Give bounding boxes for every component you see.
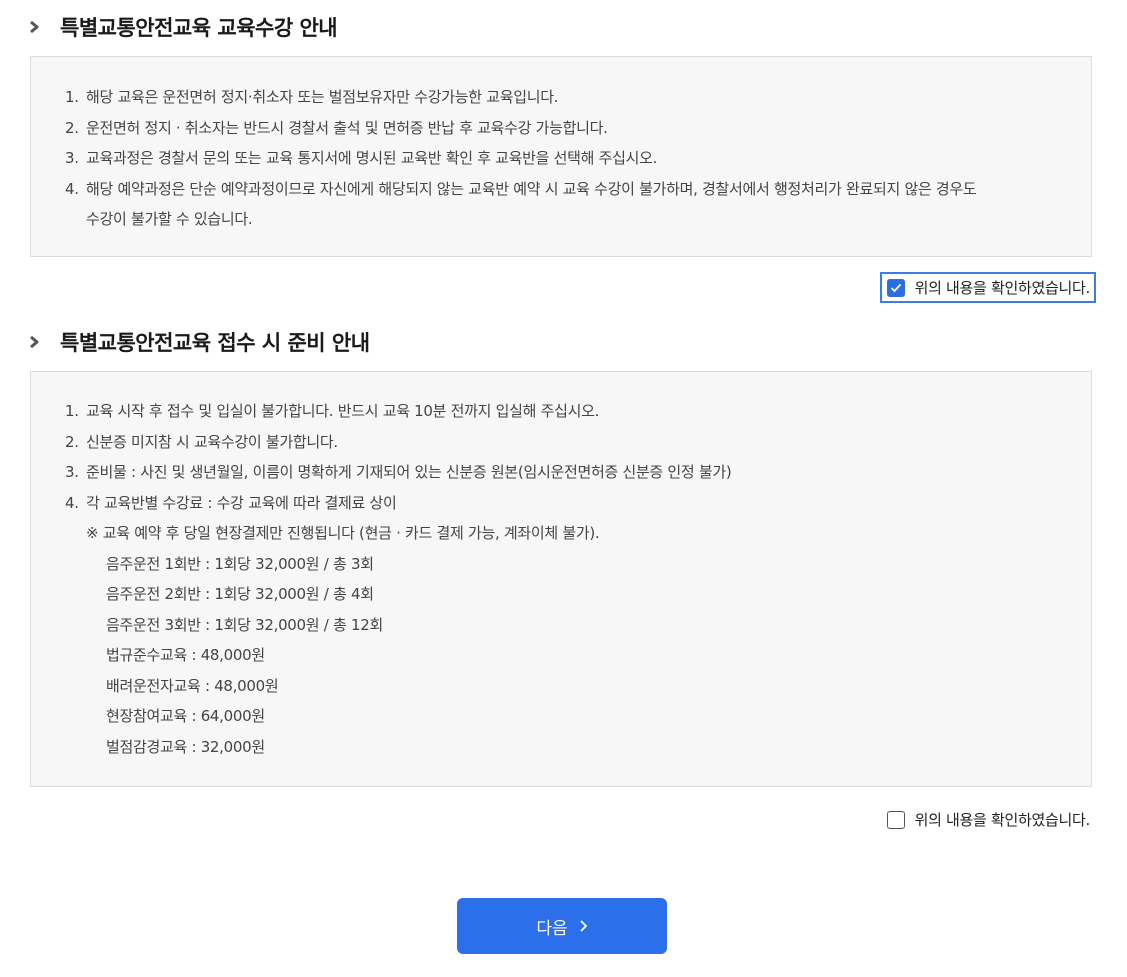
course-info-list: 1. 해당 교육은 운전면허 정지·취소자 또는 벌점보유자만 수강가능한 교육입… — [65, 82, 1091, 235]
preparation-list: 1. 교육 시작 후 접수 및 입실이 불가합니다. 반드시 교육 10분 전까지… — [65, 396, 1091, 762]
next-button-label: 다음 — [536, 918, 568, 939]
list-item: 3. 교육과정은 경찰서 문의 또는 교육 통지서에 명시된 교육반 확인 후 교… — [65, 149, 658, 167]
fee-item: 음주운전 2회반 : 1회당 32,000원 / 총 4회 — [106, 585, 374, 603]
checkbox-box[interactable] — [886, 278, 905, 297]
fee-item: 배려운전자교육 : 48,000원 — [106, 676, 279, 695]
list-item-continuation: 수강이 불가할 수 있습니다. — [86, 210, 253, 228]
chevron-right-icon — [580, 920, 587, 932]
confirm-checkbox-2[interactable]: 위의 내용을 확인하였습니다. — [882, 806, 1094, 833]
next-button[interactable]: 다음 — [457, 898, 667, 954]
confirm-checkbox-1[interactable]: 위의 내용을 확인하였습니다. — [879, 272, 1097, 303]
fee-item: 법규준수교육 : 48,000원 — [106, 646, 265, 664]
preparation-box: 1. 교육 시작 후 접수 및 입실이 불가합니다. 반드시 교육 10분 전까지… — [30, 371, 1092, 787]
fee-item: 벌점감경교육 : 32,000원 — [106, 737, 265, 756]
checkbox-box[interactable] — [886, 810, 905, 829]
list-item: 2. 운전면허 정지 · 취소자는 반드시 경찰서 출석 및 면허증 반납 후 교… — [65, 118, 608, 137]
list-item: 2. 신분증 미지참 시 교육수강이 불가합니다. — [65, 432, 338, 451]
fee-item: 음주운전 3회반 : 1회당 32,000원 / 총 12회 — [106, 615, 383, 634]
list-item: 3. 준비물 : 사진 및 생년월일, 이름이 명확하게 기재되어 있는 신분증 … — [65, 463, 732, 481]
checkbox-label: 위의 내용을 확인하였습니다. — [914, 811, 1091, 829]
fee-item: 음주운전 1회반 : 1회당 32,000원 / 총 3회 — [106, 554, 374, 573]
fee-item: 현장참여교육 : 64,000원 — [106, 707, 265, 725]
section-title-course-info: 특별교통안전교육 교육수강 안내 — [28, 12, 338, 42]
course-info-box: 1. 해당 교육은 운전면허 정지·취소자 또는 벌점보유자만 수강가능한 교육입… — [30, 56, 1092, 257]
section-title-text: 특별교통안전교육 교육수강 안내 — [60, 16, 338, 40]
chevron-bullet-icon — [30, 20, 39, 34]
section-title-preparation: 특별교통안전교육 접수 시 준비 안내 — [28, 327, 370, 357]
list-item: 1. 교육 시작 후 접수 및 입실이 불가합니다. 반드시 교육 10분 전까지… — [65, 402, 600, 420]
checkbox-label: 위의 내용을 확인하였습니다. — [914, 279, 1091, 297]
list-item: 1. 해당 교육은 운전면허 정지·취소자 또는 벌점보유자만 수강가능한 교육입… — [65, 88, 559, 106]
list-item: 4. 해당 예약과정은 단순 예약과정이므로 자신에게 해당되지 않는 교육반 예… — [65, 179, 977, 198]
chevron-bullet-icon — [30, 335, 39, 349]
list-item: 4. 각 교육반별 수강료 : 수강 교육에 따라 결제료 상이 — [65, 493, 397, 512]
section-title-text: 특별교통안전교육 접수 시 준비 안내 — [60, 331, 370, 355]
check-icon — [890, 283, 901, 292]
payment-note: ※ 교육 예약 후 당일 현장결제만 진행됩니다 (현금 · 카드 결제 가능,… — [86, 524, 600, 542]
